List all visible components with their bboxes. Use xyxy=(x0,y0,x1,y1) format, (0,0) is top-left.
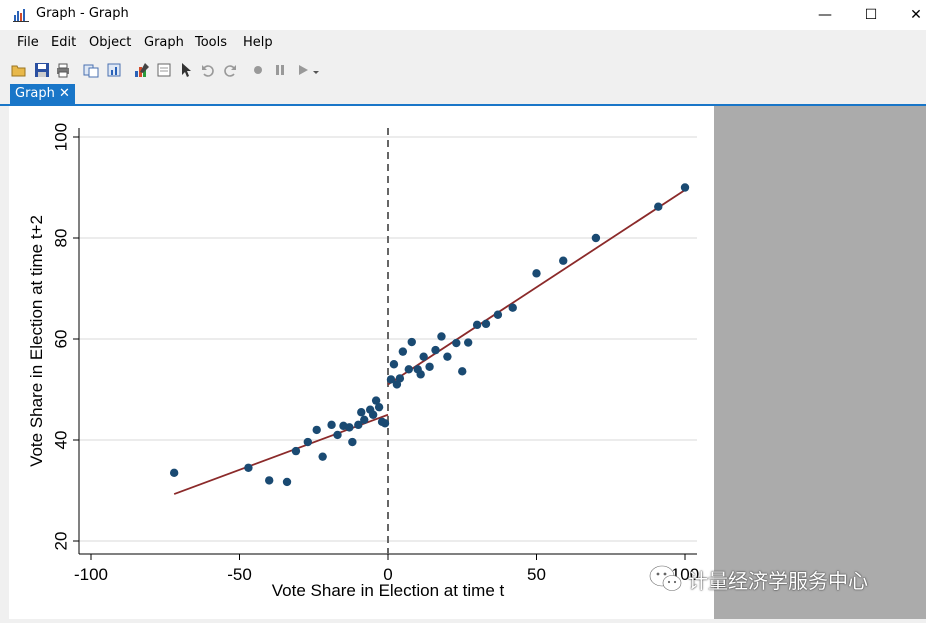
y-tick-label: 60 xyxy=(52,330,71,349)
dropdown-arrow-icon[interactable] xyxy=(312,62,320,78)
y-tick-label: 40 xyxy=(52,431,71,450)
maximize-button[interactable]: ☐ xyxy=(848,0,894,30)
graph-editor-icon[interactable] xyxy=(134,62,150,78)
watermark: 计量经济学服务中心 xyxy=(648,563,918,595)
fit-line-right xyxy=(387,189,686,386)
data-point xyxy=(407,337,416,347)
data-point xyxy=(437,332,446,341)
y-tick-label: 80 xyxy=(52,229,71,248)
print-icon[interactable] xyxy=(55,62,71,78)
y-tick-label: 20 xyxy=(52,532,71,551)
tab-close-icon[interactable]: ✕ xyxy=(59,84,70,104)
data-point xyxy=(559,256,568,265)
data-point xyxy=(348,437,357,447)
open-icon[interactable] xyxy=(11,62,27,78)
record-icon[interactable] xyxy=(250,62,266,78)
data-point xyxy=(244,463,253,472)
y-axis-title: Vote Share in Election at time t+2 xyxy=(27,215,46,467)
data-point xyxy=(398,347,408,356)
data-point xyxy=(591,233,601,243)
data-point xyxy=(416,370,425,379)
data-point xyxy=(431,345,440,355)
data-point xyxy=(318,452,327,461)
data-point xyxy=(360,415,369,424)
copy-graph-icon[interactable] xyxy=(106,62,122,78)
data-point xyxy=(380,419,390,428)
toolbar xyxy=(0,56,926,84)
close-window-button[interactable]: ✕ xyxy=(893,0,926,30)
menu-help[interactable]: Help xyxy=(243,35,273,50)
data-point xyxy=(508,303,517,312)
tab-strip: Graph ✕ xyxy=(0,84,926,104)
pointer-icon[interactable] xyxy=(178,62,194,78)
graph-panel: 20 40 60 80 100 -100 -50 0 50 100 Vote Share in El… xyxy=(9,106,714,619)
data-point xyxy=(395,374,405,383)
data-point xyxy=(404,365,413,374)
data-point xyxy=(169,468,179,478)
data-point xyxy=(458,367,467,376)
data-point xyxy=(265,476,274,485)
data-point xyxy=(345,423,354,432)
menu-file[interactable]: File xyxy=(17,35,39,50)
x-tick-label: 50 xyxy=(527,565,546,584)
data-point xyxy=(327,420,336,430)
undo-icon[interactable] xyxy=(200,62,216,78)
pause-icon[interactable] xyxy=(272,62,288,78)
menu-object[interactable]: Object xyxy=(89,35,131,50)
data-point xyxy=(303,437,313,447)
data-point xyxy=(374,402,384,412)
data-point xyxy=(389,360,399,369)
graph-canvas-background xyxy=(714,106,926,619)
data-point xyxy=(654,202,663,211)
scatter-chart: 20406080100-100 -50 0 50 100Vote Share in El… xyxy=(27,123,699,600)
graph-window-icon[interactable] xyxy=(156,62,172,78)
x-axis-title: Vote Share in Election at time t xyxy=(272,581,505,600)
data-point xyxy=(532,269,541,278)
data-point xyxy=(291,446,301,456)
redo-icon[interactable] xyxy=(222,62,238,78)
data-point xyxy=(452,338,461,348)
graph-app-icon xyxy=(13,9,29,22)
data-point xyxy=(472,320,482,330)
y-tick-label: 100 xyxy=(52,123,71,151)
tab-graph-label: Graph xyxy=(15,86,55,101)
data-point xyxy=(333,430,342,440)
menu-tools[interactable]: Tools xyxy=(195,35,227,50)
data-point xyxy=(282,477,292,487)
play-icon[interactable] xyxy=(295,62,311,78)
x-tick-label: -50 xyxy=(227,565,252,584)
save-icon[interactable] xyxy=(34,62,50,78)
minimize-button[interactable]: — xyxy=(802,0,848,30)
window-title: Graph - Graph xyxy=(36,6,129,21)
data-point xyxy=(680,183,690,192)
menu-bar: File Edit Object Graph Tools Help xyxy=(0,30,926,54)
data-point xyxy=(368,410,378,419)
data-point xyxy=(419,352,428,361)
data-point xyxy=(463,338,473,347)
data-point xyxy=(312,425,321,435)
wechat-icon xyxy=(648,564,682,591)
data-point xyxy=(443,352,452,361)
data-point xyxy=(425,362,434,371)
menu-graph[interactable]: Graph xyxy=(144,35,184,50)
window-left-edge xyxy=(0,106,9,619)
data-point xyxy=(357,408,366,417)
tab-graph[interactable]: Graph ✕ xyxy=(10,84,75,104)
data-point xyxy=(481,319,491,329)
menu-edit[interactable]: Edit xyxy=(51,35,76,50)
copy-icon[interactable] xyxy=(83,62,99,78)
title-bar: Graph - Graph — ☐ ✕ xyxy=(0,0,926,30)
data-point xyxy=(493,310,503,319)
watermark-text: 计量经济学服务中心 xyxy=(688,569,868,593)
x-tick-label: -100 xyxy=(74,565,108,584)
